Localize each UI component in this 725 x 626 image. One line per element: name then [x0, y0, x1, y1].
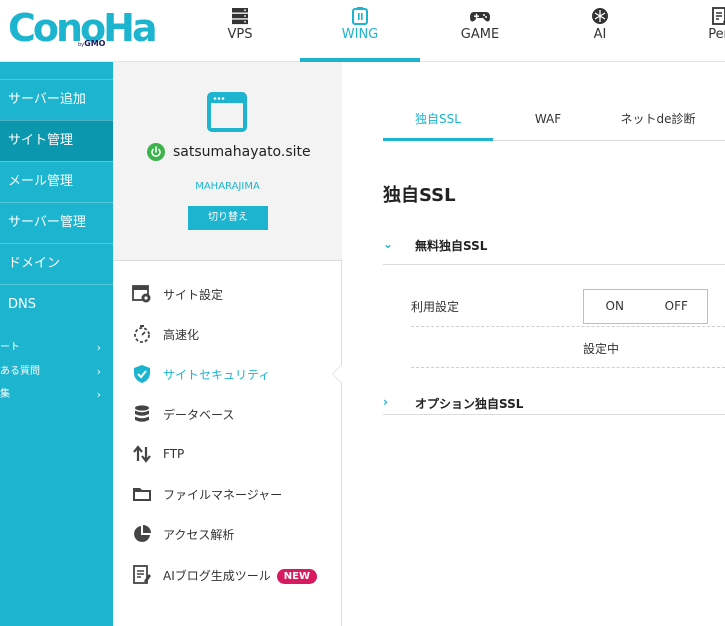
ssl-on-option[interactable]: ON: [584, 290, 646, 323]
main-sidebar: サーバー追加 サイト管理 メール管理 サーバー管理 ドメイン DNS ート › あ…: [0, 62, 113, 626]
ssl-on-off-toggle: ON OFF: [583, 289, 708, 324]
sidebar-item-add-server[interactable]: サーバー追加: [0, 79, 113, 120]
menu-item-ftp[interactable]: FTP: [113, 434, 342, 474]
accordion-option-ssl[interactable]: › オプション独自SSL: [383, 383, 725, 423]
stopwatch-icon: [134, 325, 150, 343]
nav-vps-label: VPS: [227, 27, 253, 42]
shield-check-icon: [134, 365, 150, 383]
page-title: 独自SSL: [383, 185, 456, 206]
sidebar-subitem-support[interactable]: ート ›: [0, 337, 113, 359]
dashed-divider: [411, 326, 725, 327]
server-icon: [232, 8, 248, 25]
nav-ai-label: AI: [593, 27, 607, 42]
menu-item-access-analytics[interactable]: アクセス解析: [113, 514, 342, 554]
tab-own-ssl[interactable]: 独自SSL: [383, 100, 493, 141]
menu-item-label: アクセス解析: [163, 527, 235, 542]
active-item-pointer: [332, 364, 342, 384]
sidebar-item-dns[interactable]: DNS: [0, 284, 113, 325]
menu-item-label: データベース: [163, 407, 235, 422]
chevron-right-icon: ›: [96, 341, 101, 354]
conoha-logo[interactable]: ConoHa byGMO: [8, 6, 158, 50]
ai-blog-icon: [133, 565, 151, 584]
sidebar-item-server-management[interactable]: サーバー管理: [0, 202, 113, 243]
power-on-icon: [147, 143, 165, 161]
site-settings-icon: [132, 285, 151, 303]
accordion-free-ssl-label: 無料独自SSL: [415, 239, 488, 253]
menu-item-label: FTP: [163, 447, 185, 461]
site-name-row: satsumahayato.site: [147, 142, 311, 162]
ssl-off-option[interactable]: OFF: [646, 290, 708, 323]
nav-ai[interactable]: AI: [540, 0, 660, 62]
pie-chart-icon: [134, 525, 151, 542]
chevron-right-icon: ›: [96, 365, 101, 378]
menu-item-label: サイトセキュリティ: [163, 367, 271, 382]
nav-game-label: GAME: [460, 27, 500, 42]
folder-icon: [133, 488, 151, 501]
new-badge: NEW: [276, 568, 317, 584]
tab-net-diagnosis[interactable]: ネットde診断: [603, 100, 713, 140]
menu-item-label: AIブログ生成ツール NEW: [163, 567, 317, 584]
menu-item-label: 高速化: [163, 327, 200, 342]
switch-site-button[interactable]: 切り替え: [188, 206, 268, 230]
site-card: satsumahayato.site MAHARAJIMA 切り替え: [113, 62, 342, 261]
menu-item-speedup[interactable]: 高速化: [113, 314, 342, 354]
nav-vps[interactable]: VPS: [180, 0, 300, 62]
chevron-right-icon: ›: [96, 388, 101, 401]
sidebar-subitem-collection[interactable]: 集 ›: [0, 384, 113, 406]
dashed-divider: [411, 367, 725, 368]
setting-label: 利用設定: [411, 300, 460, 314]
sidebar-subitem-faq[interactable]: ある質問 ›: [0, 361, 113, 383]
sidebar-subitem-label: ある質問: [0, 366, 40, 377]
ai-icon: [592, 8, 608, 24]
sidebar-item-domain[interactable]: ドメイン: [0, 243, 113, 284]
accordion-option-ssl-label: オプション独自SSL: [415, 397, 524, 411]
sidebar-subitem-label: ート: [0, 342, 20, 353]
gamepad-icon: [470, 12, 490, 22]
product-nav: VPS WING GAME AI Pen: [180, 0, 725, 62]
ssl-status: 設定中: [583, 342, 620, 356]
wing-building-icon: [352, 7, 368, 25]
chevron-down-icon: ⌄: [383, 237, 394, 251]
divider: [383, 264, 725, 265]
menu-item-database[interactable]: データベース: [113, 394, 342, 434]
database-icon: [135, 405, 149, 422]
sidebar-item-site-management[interactable]: サイト管理: [0, 120, 113, 161]
tab-waf[interactable]: WAF: [493, 100, 603, 140]
menu-item-site-settings[interactable]: サイト設定: [113, 274, 342, 314]
pen-doc-icon: [712, 7, 725, 25]
divider: [383, 414, 725, 415]
nav-pen[interactable]: Pen: [660, 0, 725, 62]
site-panel: satsumahayato.site MAHARAJIMA 切り替え サイト設定…: [113, 62, 342, 626]
site-name: satsumahayato.site: [173, 144, 311, 160]
sidebar-subitem-label: 集: [0, 389, 10, 400]
logo-gmo: byGMO: [78, 39, 106, 48]
menu-item-ai-blog[interactable]: AIブログ生成ツール NEW: [113, 555, 342, 595]
chevron-right-icon: ›: [383, 395, 388, 409]
top-header: ConoHa byGMO VPS WING GAME AI Pen: [0, 0, 725, 62]
menu-item-label: ファイルマネージャー: [163, 487, 283, 502]
menu-item-site-security[interactable]: サイトセキュリティ: [113, 354, 342, 394]
sidebar-item-mail-management[interactable]: メール管理: [0, 161, 113, 202]
accordion-free-ssl[interactable]: ⌄ 無料独自SSL: [383, 225, 725, 265]
transfer-arrows-icon: [133, 445, 151, 463]
browser-window-icon: [207, 92, 247, 132]
menu-item-label: サイト設定: [163, 287, 224, 302]
nav-wing-label: WING: [341, 27, 379, 42]
nav-wing[interactable]: WING: [300, 0, 420, 62]
server-name: MAHARAJIMA: [195, 181, 260, 192]
nav-game[interactable]: GAME: [420, 0, 540, 62]
menu-item-file-manager[interactable]: ファイルマネージャー: [113, 474, 342, 514]
ssl-tabs: 独自SSL WAF ネットde診断: [383, 100, 725, 141]
nav-pen-label: Pen: [708, 27, 725, 42]
